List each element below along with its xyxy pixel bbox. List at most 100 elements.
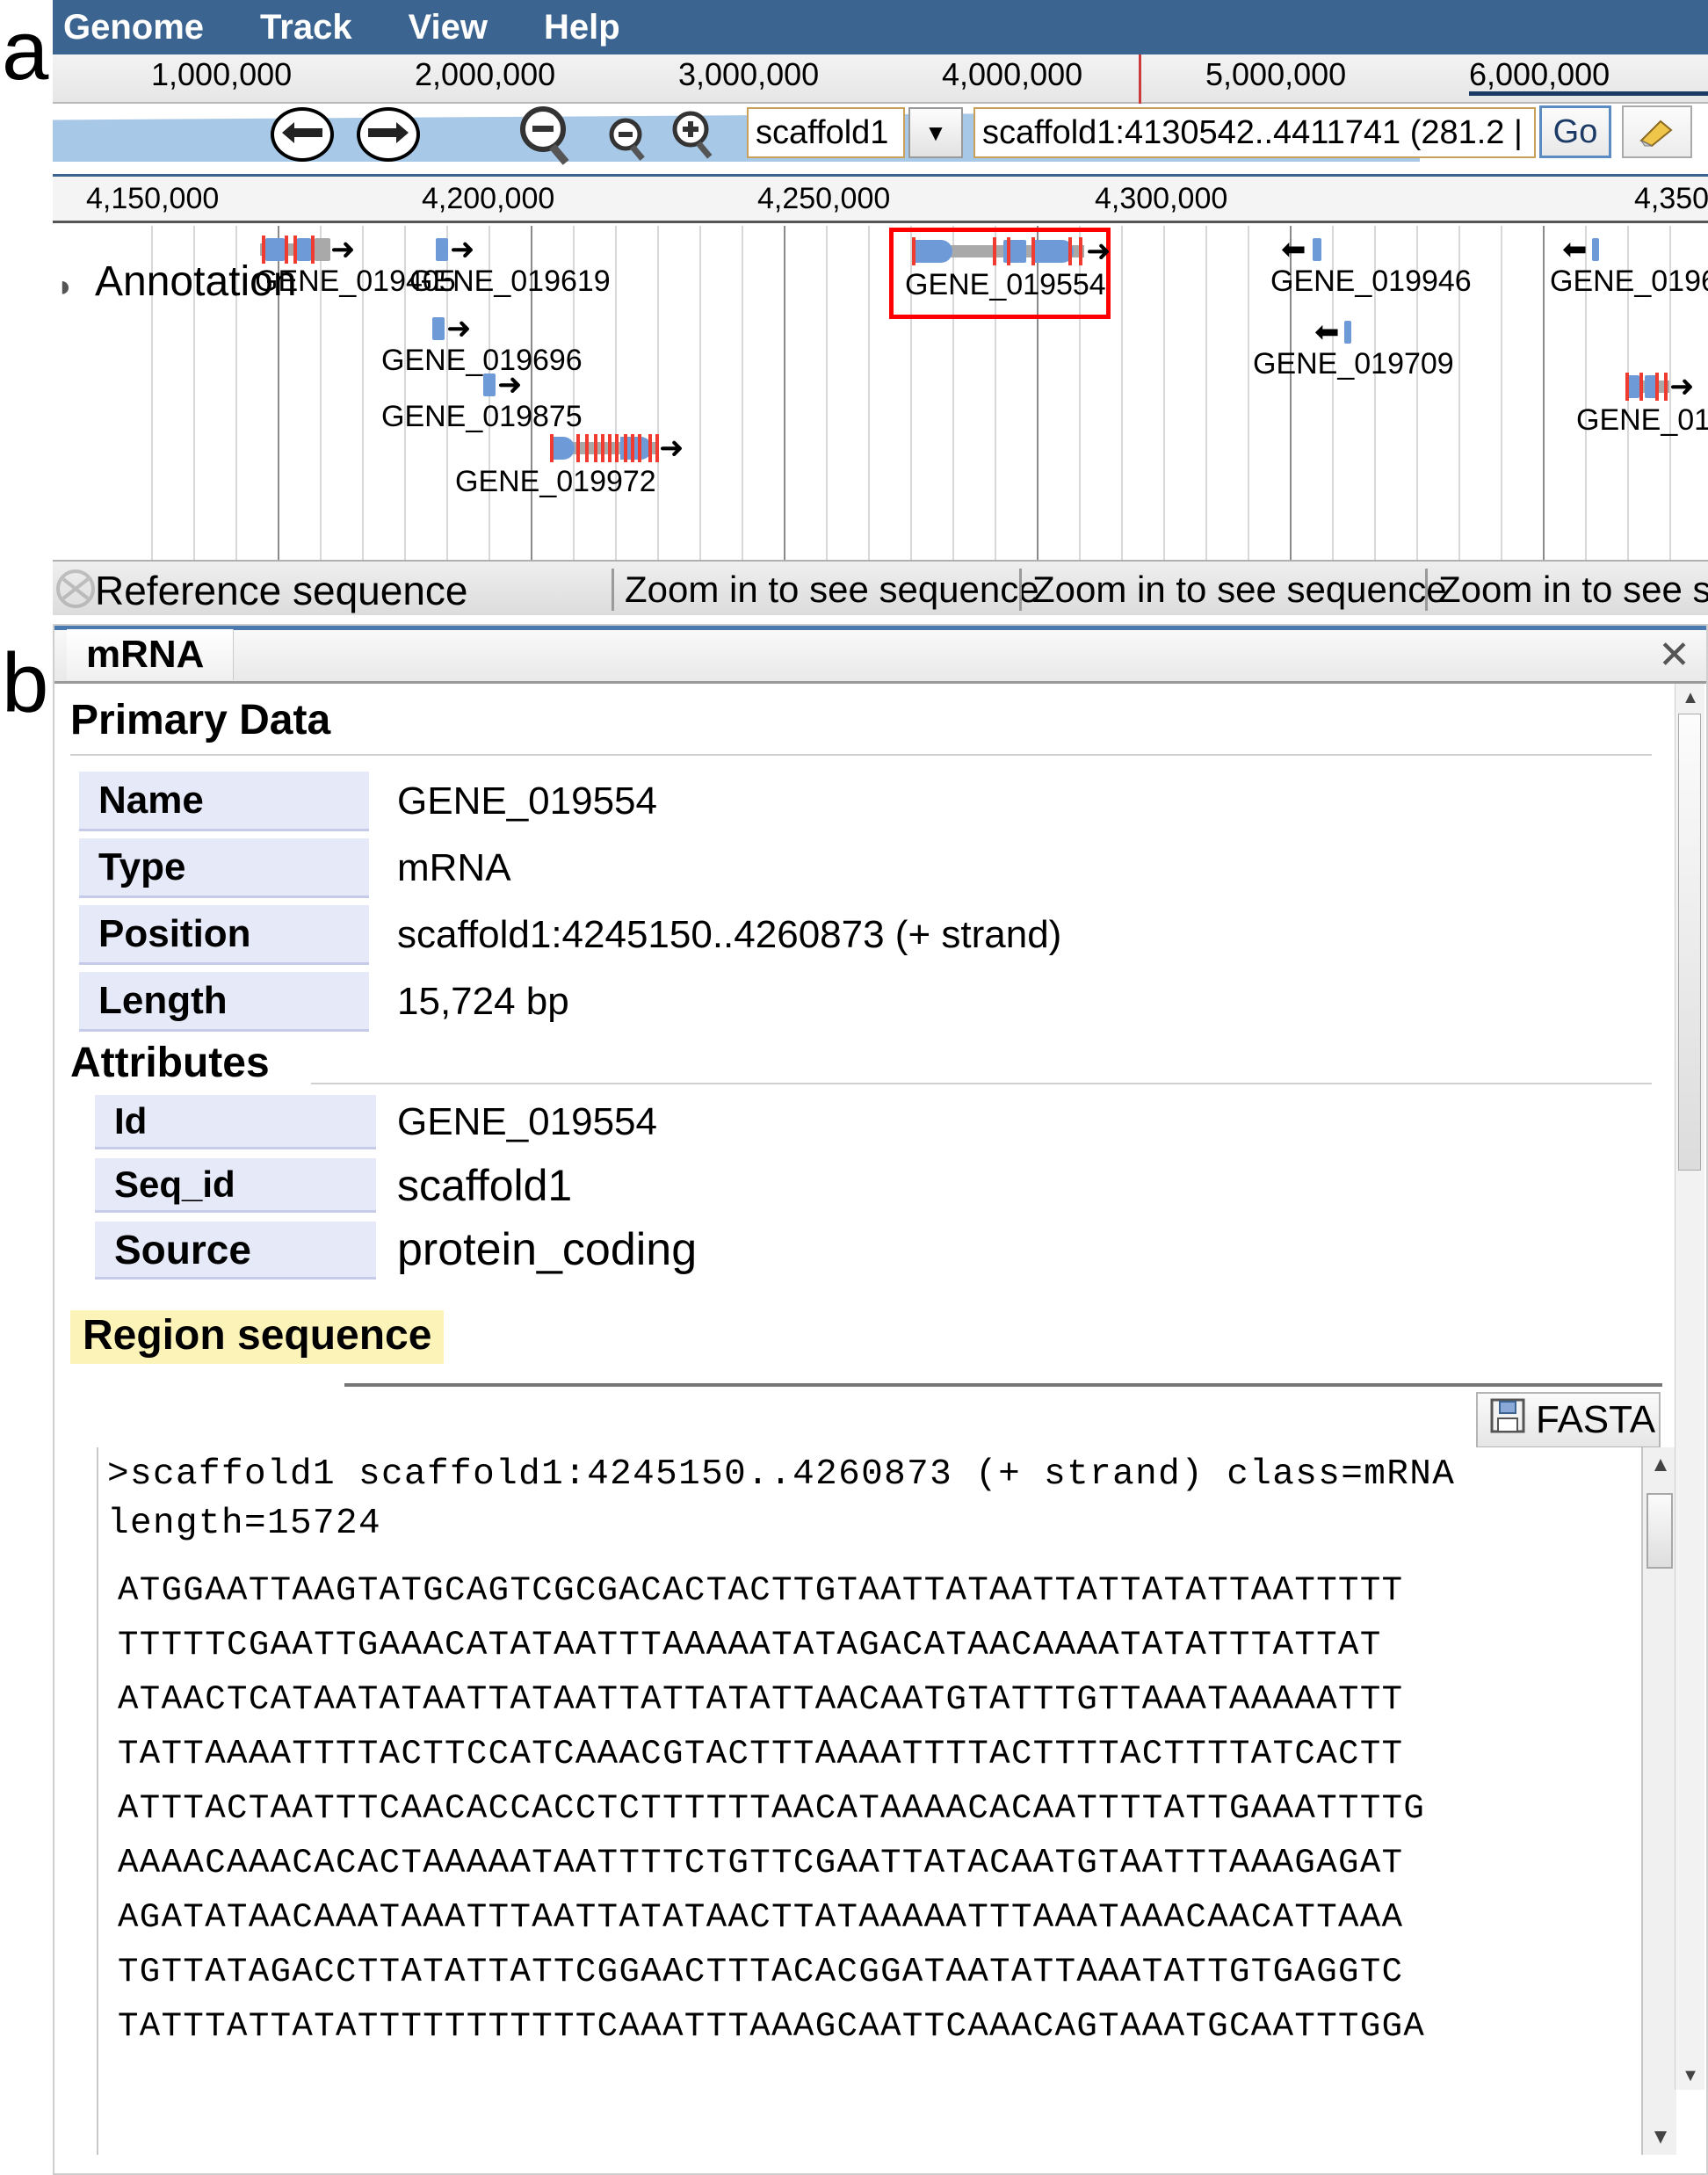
strand-arrow-right-icon: ➜ (497, 368, 523, 402)
gene-label: GENE_019805 (1576, 403, 1708, 437)
attributes-heading: Attributes (70, 1040, 270, 1086)
zoom-in-message: Zoom in to see sequence (612, 569, 1039, 611)
gene-label: GENE_019709 (1253, 347, 1454, 381)
gene-glyph: ➜ (436, 235, 483, 265)
strand-arrow-right-icon: ➜ (1086, 235, 1111, 268)
reference-sequence-label: Reference sequence (95, 568, 468, 613)
sequence-line: ATAACTCATAATATAATTATAATTATTATATTAACAATGT… (118, 1680, 1404, 1719)
menu-item-help[interactable]: Help (544, 8, 620, 47)
section-divider (344, 1383, 1662, 1387)
gene-label: GENE_019696 (381, 344, 583, 377)
forward-button[interactable] (357, 107, 420, 162)
chevron-down-icon[interactable]: ▼ (908, 107, 963, 158)
gene-glyph: ➜ (432, 312, 480, 345)
gene-label: GENE_019875 (381, 400, 583, 433)
section-divider (70, 754, 1652, 756)
region-sequence-heading: Region sequence (70, 1310, 445, 1364)
primary-data-heading: Primary Data (70, 697, 331, 743)
overview-tick: 1,000,000 (151, 56, 293, 92)
strand-arrow-right-icon: ➜ (330, 233, 356, 266)
gene-glyph: ➜ (260, 235, 356, 265)
overview-position-marker (1139, 54, 1141, 104)
scrollbar-thumb[interactable] (1678, 714, 1701, 1171)
tab-mrna[interactable]: mRNA (67, 629, 234, 680)
zoom-out-large-button[interactable] (513, 105, 582, 165)
sequence-line: TGTTATAGACCTTATATTATTCGGAACTTTACACGGATAA… (118, 1953, 1404, 1991)
panel-label-a: a (2, 4, 49, 98)
strand-arrow-right-icon: ➜ (659, 431, 684, 465)
triangle-down-icon[interactable]: ▼ (1648, 2125, 1673, 2150)
arrow-right-icon (366, 118, 410, 152)
field-value-length: 15,724 bp (397, 980, 569, 1023)
gene-label: GENE_019554 (905, 268, 1106, 301)
detail-tick: 4,200,000 (422, 182, 555, 215)
zoom-in-button[interactable] (668, 109, 722, 160)
fasta-header-line-1: >scaffold1 scaffold1:4245150..4260873 (+… (107, 1454, 1456, 1495)
dialog-scrollbar[interactable]: ▲ ▼ (1675, 684, 1704, 2090)
zoom-out-small-button[interactable] (604, 116, 654, 162)
attribute-value-seq-id: scaffold1 (397, 1161, 573, 1210)
strand-arrow-right-icon: ➜ (446, 312, 472, 345)
fasta-header-line-2: length=15724 (107, 1504, 382, 1544)
menu-item-view[interactable]: View (409, 8, 488, 47)
track-collapse-icon[interactable]: ◗ (56, 270, 75, 304)
go-button[interactable]: Go (1539, 105, 1611, 158)
gene-glyph: ⬅ (1562, 233, 1611, 266)
overview-tick: 2,000,000 (415, 56, 556, 92)
field-value-position: scaffold1:4245150..4260873 (+ strand) (397, 913, 1062, 956)
menu-bar: Genome Track View Help (53, 0, 1420, 54)
save-disk-icon (1488, 1396, 1527, 1445)
close-icon[interactable]: ✕ (1658, 636, 1690, 675)
attribute-value-id: GENE_019554 (397, 1100, 657, 1143)
sequence-scrollbar[interactable]: ▲ ▼ (1641, 1447, 1676, 2155)
fasta-download-button[interactable]: FASTA (1476, 1392, 1661, 1448)
sequence-line: ATTTACTAATTTCAACACCACCTCTTTTTTAACATAAAAC… (118, 1789, 1426, 1828)
location-input[interactable]: scaffold1:4130542..4411741 (281.2 | (973, 107, 1536, 158)
menu-item-genome[interactable]: Genome (63, 8, 204, 47)
overview-tick: 4,000,000 (942, 56, 1083, 92)
gene-glyph: ➜ (1625, 372, 1695, 402)
magnifier-minus-small-icon (604, 118, 654, 165)
detail-tick: 4,150,000 (86, 182, 220, 215)
attribute-label-id: Id (95, 1095, 376, 1149)
sequence-line: TATTTATTATATTTTTTTTTTTCAAATTTAAAGCAATTCA… (118, 2007, 1426, 2046)
annotation-track[interactable]: ◗ Annotation ➜ GENE_019405 ➜ GENE_019619… (53, 226, 1708, 560)
scrollbar-thumb[interactable] (1646, 1493, 1673, 1569)
genome-browser-panel: Genome Track View Help 1,000,000 2,000,0… (53, 0, 1708, 615)
strand-arrow-right-icon: ➜ (1669, 370, 1695, 403)
sequence-viewer[interactable]: >scaffold1 scaffold1:4245150..4260873 (+… (97, 1447, 1643, 2155)
sequence-line: TATTAAAATTTTACTTCCATCAAACGTACTTTAAAATTTT… (118, 1735, 1404, 1773)
field-label-length: Length (79, 972, 369, 1032)
menu-item-track[interactable]: Track (260, 8, 352, 47)
gene-label: GENE_019972 (455, 465, 656, 498)
zoom-in-message: Zoom in to see sequence (1019, 569, 1447, 611)
dna-helix-icon (53, 569, 98, 609)
menubar-filler (1420, 0, 1708, 54)
dialog-titlebar (54, 626, 1706, 684)
dialog-accent-line (54, 626, 1706, 630)
reference-sequence-select[interactable]: scaffold1 (747, 107, 905, 158)
gene-label: GENE_019619 (409, 265, 611, 298)
arrow-left-icon (280, 118, 324, 152)
triangle-up-icon[interactable]: ▲ (1680, 687, 1701, 708)
overview-tick: 5,000,000 (1205, 56, 1347, 92)
triangle-up-icon[interactable]: ▲ (1648, 1453, 1673, 1477)
strand-arrow-left-icon: ⬅ (1562, 233, 1588, 266)
strand-arrow-left-icon: ⬅ (1314, 315, 1340, 349)
gene-glyph: ➜ (912, 236, 1111, 266)
triangle-down-icon[interactable]: ▼ (1680, 2065, 1701, 2086)
sequence-line: AAAACAAACACACTAAAAATAATTTTCTGTTCGAATTATA… (118, 1844, 1404, 1882)
magnifier-minus-large-icon (513, 106, 582, 169)
back-button[interactable] (271, 107, 334, 162)
sequence-line: TTTTTCGAATTGAAACATATAATTTAAAAATATAGACATA… (118, 1626, 1382, 1664)
detail-ruler[interactable]: 4,150,000 4,200,000 4,250,000 4,300,000 … (53, 174, 1708, 223)
highlighter-pencil-icon[interactable] (1622, 105, 1692, 158)
magnifier-plus-icon (668, 111, 722, 163)
attribute-label-source: Source (95, 1222, 376, 1280)
field-label-name: Name (79, 772, 369, 831)
gene-glyph: ➜ (550, 433, 684, 463)
overview-ruler[interactable]: 1,000,000 2,000,000 3,000,000 4,000,000 … (53, 54, 1708, 104)
field-label-type: Type (79, 838, 369, 898)
gene-label: GENE_019608 (1550, 265, 1708, 298)
reference-sequence-track[interactable]: Reference sequence Zoom in to see sequen… (53, 560, 1708, 615)
